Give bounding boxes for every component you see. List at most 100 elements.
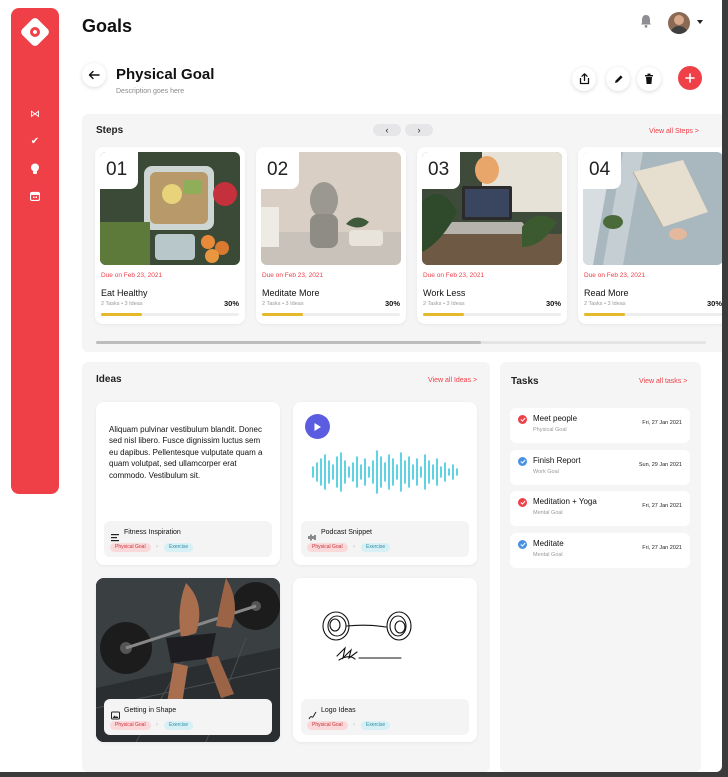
step-due-date: Due on Feb 23, 2021 [101, 272, 163, 279]
tag-separator: › [156, 722, 158, 728]
tag-exercise[interactable]: Exercise [361, 543, 391, 552]
idea-title: Podcast Snippet [321, 529, 372, 536]
tag-separator: › [353, 544, 355, 550]
tag-separator: › [353, 722, 355, 728]
tag-exercise[interactable]: Exercise [164, 543, 194, 552]
step-name: Eat Healthy [101, 288, 148, 298]
idea-footer: Fitness Inspiration Physical Goal › Exer… [104, 521, 272, 557]
play-icon [314, 422, 321, 431]
idea-footer: Getting in Shape Physical Goal › Exercis… [104, 699, 272, 735]
step-due-date: Due on Feb 23, 2021 [262, 272, 324, 279]
step-percent: 30% [384, 299, 400, 308]
back-button[interactable] [82, 63, 106, 87]
task-item-meet-people[interactable]: Meet people Physical Goal Fri, 27 Jan 20… [510, 408, 690, 443]
step-card-meditate-more[interactable]: 02 Due on Feb 23, 2021 Meditate More 2 T… [256, 147, 406, 324]
idea-footer: Logo Ideas Physical Goal › Exercise [301, 699, 469, 735]
task-item-meditate[interactable]: Meditate Mental Goal Fri, 27 Jan 2021 [510, 533, 690, 568]
tag-exercise[interactable]: Exercise [361, 721, 391, 730]
view-all-steps-link[interactable]: View all Steps > [649, 128, 699, 135]
step-percent: 30% [706, 299, 722, 308]
step-progress-bar [423, 313, 561, 316]
edit-icon [614, 74, 623, 83]
idea-card-podcast-snippet[interactable]: Podcast Snippet Physical Goal › Exercise [293, 402, 477, 565]
buddha-statue-photo: 02 [261, 152, 401, 265]
add-button[interactable] [678, 66, 702, 90]
steps-scrollbar[interactable] [96, 341, 706, 344]
ideas-title: Ideas [96, 374, 122, 385]
step-progress-fill [423, 313, 465, 316]
idea-card-fitness-inspiration[interactable]: Aliquam pulvinar vestibulum blandit. Don… [96, 402, 280, 565]
tag-physical-goal[interactable]: Physical Goal [110, 543, 151, 552]
tag-separator: › [156, 544, 158, 550]
task-item-meditation-yoga[interactable]: Meditation + Yoga Mental Goal Fri, 27 Ja… [510, 491, 690, 526]
scrollbar-thumb[interactable] [96, 341, 481, 344]
step-due-date: Due on Feb 23, 2021 [423, 272, 485, 279]
view-all-tasks-link[interactable]: View all tasks > [639, 378, 687, 385]
tasks-title: Tasks [511, 376, 539, 387]
reading-book-photo: 04 [583, 152, 722, 265]
task-date: Fri, 27 Jan 2021 [642, 545, 682, 551]
sketch-drawing [322, 611, 412, 661]
arrow-left-icon [88, 70, 100, 80]
task-check-icon[interactable] [518, 415, 527, 424]
task-check-icon[interactable] [518, 457, 527, 466]
edit-button[interactable] [606, 67, 630, 91]
task-item-finish-report[interactable]: Finish Report Work Goal Sun, 29 Jan 2021 [510, 450, 690, 485]
app-title: Goals [82, 16, 133, 36]
idea-card-logo-ideas[interactable]: Logo Ideas Physical Goal › Exercise [293, 578, 477, 742]
step-card-read-more[interactable]: 04 Due on Feb 23, 2021 Read More 2 Tasks… [578, 147, 722, 324]
check-icon[interactable]: ✔ [28, 135, 42, 149]
step-progress-fill [262, 313, 304, 316]
view-all-ideas-link[interactable]: View all Ideas > [428, 377, 477, 384]
idea-title: Getting in Shape [124, 707, 177, 714]
task-date: Sun, 29 Jan 2021 [638, 462, 682, 468]
goal-title: Physical Goal [116, 66, 215, 83]
tag-exercise[interactable]: Exercise [164, 721, 194, 730]
share-button[interactable] [572, 67, 596, 91]
step-name: Meditate More [262, 288, 320, 298]
step-card-eat-healthy[interactable]: 01 Due on Feb 23, 2021 Eat Healthy 2 Tas… [95, 147, 245, 324]
bell-icon[interactable] [640, 14, 654, 30]
meal-prep-photo: 01 [100, 152, 240, 265]
laptop-desk-photo: 03 [422, 152, 562, 265]
task-goal: Work Goal [533, 469, 559, 475]
user-avatar[interactable] [668, 12, 690, 34]
step-meta: 2 Tasks • 3 Ideas [101, 301, 143, 307]
step-due-date: Due on Feb 23, 2021 [584, 272, 646, 279]
bowtie-icon[interactable]: ⋈ [28, 108, 42, 122]
audio-waveform [312, 450, 458, 494]
step-number: 03 [422, 152, 460, 189]
tag-physical-goal[interactable]: Physical Goal [307, 721, 348, 730]
idea-card-getting-in-shape[interactable]: Getting in Shape Physical Goal › Exercis… [96, 578, 280, 742]
step-percent: 30% [223, 299, 239, 308]
steps-prev-button[interactable]: ‹ [373, 124, 401, 136]
task-date: Fri, 27 Jan 2021 [642, 503, 682, 509]
idea-quote: Aliquam pulvinar vestibulum blandit. Don… [109, 425, 263, 480]
calendar-icon[interactable] [28, 191, 42, 205]
tag-physical-goal[interactable]: Physical Goal [110, 721, 151, 730]
idea-title: Fitness Inspiration [124, 529, 181, 536]
task-date: Fri, 27 Jan 2021 [642, 420, 682, 426]
delete-button[interactable] [637, 67, 661, 91]
tag-physical-goal[interactable]: Physical Goal [307, 543, 348, 552]
ideas-panel: Ideas View all Ideas > Aliquam pulvinar … [82, 362, 490, 772]
task-goal: Physical Goal [533, 427, 567, 433]
waveform-icon [308, 529, 317, 541]
steps-next-button[interactable]: › [405, 124, 433, 136]
step-progress-bar [584, 313, 722, 316]
image-icon [111, 707, 120, 720]
lightbulb-icon[interactable] [28, 163, 42, 177]
step-card-work-less[interactable]: 03 Due on Feb 23, 2021 Work Less 2 Tasks… [417, 147, 567, 324]
task-check-icon[interactable] [518, 498, 527, 507]
step-meta: 2 Tasks • 3 Ideas [262, 301, 304, 307]
text-lines-icon [111, 529, 120, 542]
task-check-icon[interactable] [518, 540, 527, 549]
step-progress-fill [101, 313, 143, 316]
task-name: Finish Report [533, 456, 581, 465]
brand-logo[interactable] [19, 16, 51, 48]
step-meta: 2 Tasks • 3 Ideas [584, 301, 626, 307]
play-button[interactable] [305, 414, 330, 439]
step-meta: 2 Tasks • 3 Ideas [423, 301, 465, 307]
chevron-down-icon[interactable] [697, 20, 703, 24]
add-icon [685, 73, 695, 83]
